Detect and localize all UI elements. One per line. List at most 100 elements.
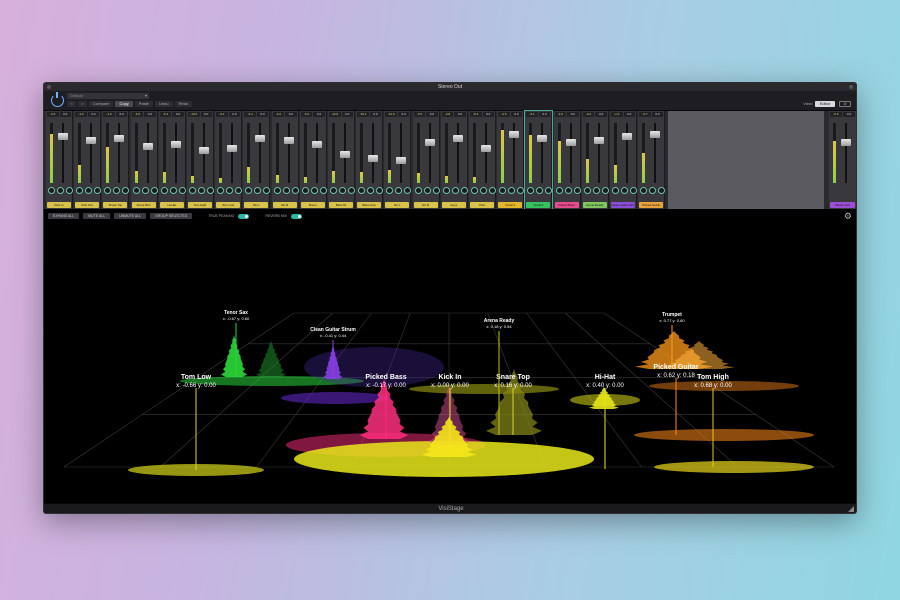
strip-name[interactable]: Picked Guitar [639,202,664,208]
volume-fader[interactable] [255,135,266,142]
gain-knob[interactable] [432,187,440,194]
gain-knob[interactable] [630,187,637,194]
volume-fader[interactable] [283,137,294,144]
channel-strip[interactable]: -12.0 0.0 Bass DI [328,111,355,209]
gain-knob[interactable] [207,187,214,194]
gain-knob[interactable] [178,187,186,194]
send-knob[interactable] [536,187,544,194]
volume-fader[interactable] [170,141,181,148]
strip-name[interactable]: Bass DI [329,202,353,208]
pan-knob[interactable] [104,187,112,194]
strip-name[interactable]: Bass Amp [357,202,382,208]
send-knob[interactable] [226,187,234,194]
volume-fader[interactable] [452,135,463,142]
channel-strip[interactable]: -4.0 0.0 Picked Bass [553,111,581,209]
master-strip[interactable]: -0.6 0.0 Stereo Out [829,111,856,209]
strip-name[interactable]: Vocal 1 [498,202,523,208]
pan-knob[interactable] [386,187,394,194]
power-icon[interactable] [51,92,64,107]
channel-strip[interactable]: -3.4 0.0 OH L [243,111,271,209]
mute-all-button[interactable]: MUTE ALL [83,213,111,219]
window-menu-icon[interactable] [849,85,853,89]
send-knob[interactable] [57,187,64,194]
gain-knob[interactable] [376,187,384,194]
volume-fader[interactable] [650,131,661,138]
stage-visualizer[interactable]: Tom Lowx: -0.66 y: 0.00Clean Guitar Stru… [44,209,857,505]
gain-knob[interactable] [489,187,496,194]
channel-strip[interactable]: -8.1 0.0 Tom Low [215,111,243,209]
pan-knob[interactable] [612,187,619,194]
strip-name[interactable]: Tom Low [216,202,241,208]
strip-name[interactable]: Gtr R [413,202,438,208]
reverb-mix-toggle[interactable] [290,213,302,219]
volume-fader[interactable] [142,143,153,150]
send-knob[interactable] [198,187,205,194]
prev-preset-button[interactable]: < [67,101,76,107]
master-fader[interactable] [841,139,851,146]
volume-fader[interactable] [311,141,322,148]
true-peaking-toggle[interactable] [238,213,250,219]
volume-fader[interactable] [622,133,632,140]
send-knob[interactable] [339,187,346,194]
pan-knob[interactable] [527,187,535,194]
send-knob[interactable] [480,187,487,194]
pan-knob[interactable] [132,187,140,194]
volume-fader[interactable] [227,145,238,152]
undo-button[interactable]: Undo [155,101,173,107]
pan-knob[interactable] [442,187,450,194]
volume-fader[interactable] [565,139,576,146]
strip-name[interactable]: Room [300,202,325,208]
gain-knob[interactable] [460,187,468,194]
paste-button[interactable]: Paste [134,101,154,107]
channel-strip[interactable]: -5.1 0.0 Hi-Hat [158,111,186,209]
volume-fader[interactable] [481,145,491,152]
send-knob[interactable] [621,187,628,194]
pan-knob[interactable] [245,187,253,194]
volume-fader[interactable] [509,131,520,138]
volume-fader[interactable] [424,139,435,146]
gain-knob[interactable] [573,187,581,194]
volume-fader[interactable] [199,147,209,154]
strip-name[interactable]: OH R [272,202,297,208]
pan-knob[interactable] [160,187,168,194]
send-knob[interactable] [282,187,290,194]
channel-strip[interactable]: -1.6 0.0 Snare Top [102,111,130,209]
volume-fader[interactable] [368,155,379,162]
volume-fader[interactable] [340,151,350,158]
volume-fader[interactable] [114,135,125,142]
volume-fader[interactable] [537,135,548,142]
strip-name[interactable]: Kick In [47,202,71,208]
gain-knob[interactable] [319,187,327,194]
unmute-all-button[interactable]: UNMUTE ALL [114,213,147,219]
send-knob[interactable] [564,187,572,194]
pan-knob[interactable] [471,187,478,194]
send-knob[interactable] [113,187,121,194]
send-knob[interactable] [423,187,431,194]
group-selected-button[interactable]: GROUP SELECTED [150,213,193,219]
link-icon[interactable]: ⊘ [839,101,851,107]
gear-icon[interactable]: ⚙ [844,212,852,221]
channel-strip[interactable]: -3.6 0.0 Kick In [46,111,73,209]
strip-name[interactable]: Snare Top [103,202,128,208]
volume-fader[interactable] [396,157,407,164]
send-knob[interactable] [451,187,459,194]
strip-name[interactable]: Pad [470,202,494,208]
send-knob[interactable] [508,187,516,194]
pan-knob[interactable] [640,187,648,194]
pan-knob[interactable] [330,187,337,194]
send-knob[interactable] [85,187,93,194]
channel-strip[interactable]: -3.2 0.0 Arena Ready [581,111,609,209]
pan-knob[interactable] [48,187,55,194]
pan-knob[interactable] [273,187,281,194]
volume-fader[interactable] [593,137,604,144]
strip-name[interactable]: Snare Btm [131,202,156,208]
channel-strip[interactable]: -4.6 0.0 Snare Btm [130,111,158,209]
gain-knob[interactable] [263,187,271,194]
channel-strip[interactable]: -16.1 0.0 Bass Amp [356,111,384,209]
channel-strip[interactable]: -5.2 0.0 Room [299,111,327,209]
pan-knob[interactable] [555,187,563,194]
pan-knob[interactable] [189,187,196,194]
pan-knob[interactable] [301,187,309,194]
gain-knob[interactable] [404,187,412,194]
pan-knob[interactable] [76,187,84,194]
